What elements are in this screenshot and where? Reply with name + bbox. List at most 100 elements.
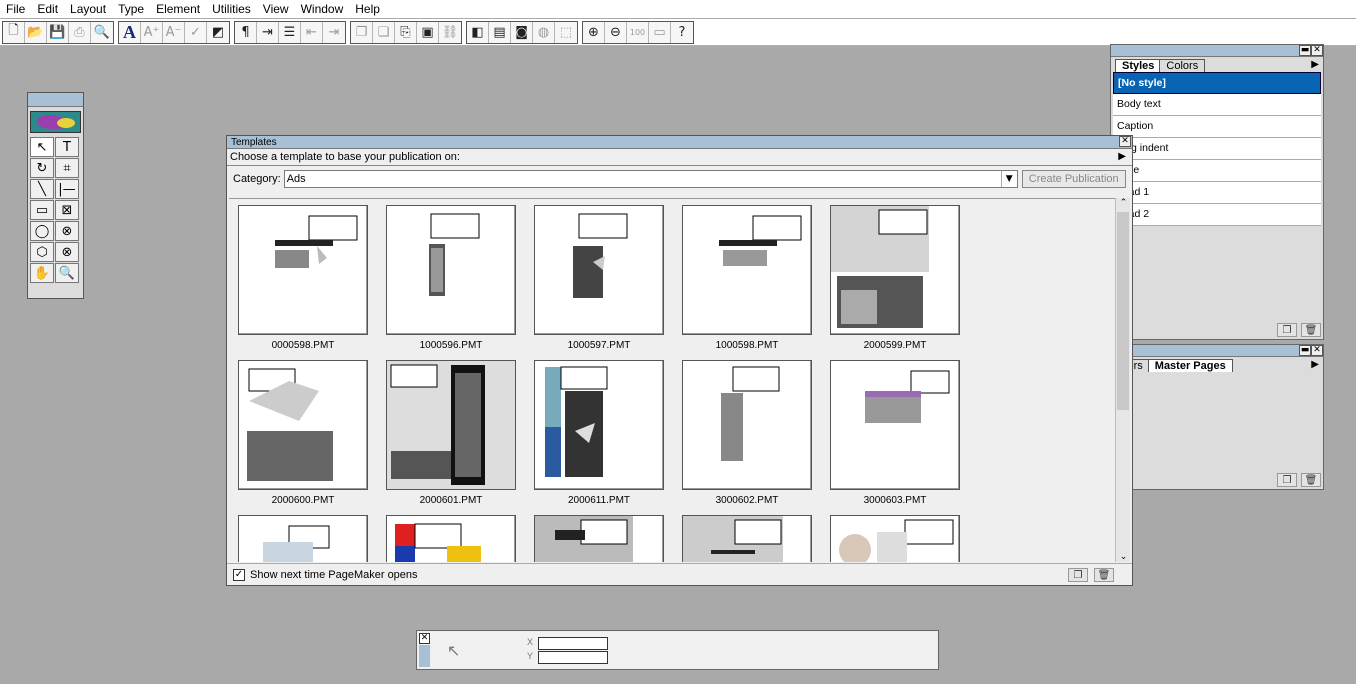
close-icon[interactable]: ✕ bbox=[419, 633, 430, 644]
style-item[interactable]: [No style] bbox=[1113, 72, 1321, 94]
menu-layout[interactable]: Layout bbox=[64, 1, 112, 17]
template-thumbnail[interactable] bbox=[830, 205, 960, 335]
zoom-in-icon[interactable]: ⊕ bbox=[583, 21, 605, 43]
template-thumbnail[interactable] bbox=[682, 515, 812, 562]
master-panel-title-bar[interactable]: ▬ ✕ bbox=[1111, 345, 1323, 357]
minimize-icon[interactable]: ▬ bbox=[1299, 345, 1311, 356]
template-thumbnail[interactable] bbox=[238, 205, 368, 335]
pdf-icon[interactable]: ⬚ bbox=[555, 21, 577, 43]
close-icon[interactable]: ✕ bbox=[1311, 45, 1323, 56]
style-item[interactable]: ging indent bbox=[1113, 138, 1321, 160]
template-thumbnail[interactable] bbox=[830, 515, 960, 562]
styles-panel-title-bar[interactable]: ▬ ✕ bbox=[1111, 45, 1323, 57]
panel-menu-arrow-icon[interactable]: ▶ bbox=[1311, 359, 1319, 370]
chevron-down-icon[interactable]: ▼ bbox=[1000, 171, 1017, 187]
help-icon[interactable]: ? bbox=[671, 21, 693, 43]
crop-tool-icon[interactable]: ⌗ bbox=[55, 158, 79, 178]
y-position-field[interactable] bbox=[538, 651, 608, 664]
export-icon[interactable]: ⎘ bbox=[395, 21, 417, 43]
tab-colors[interactable]: Colors bbox=[1159, 59, 1206, 72]
zoom-tool-icon[interactable]: 🔍 bbox=[55, 263, 79, 283]
image-icon[interactable]: ▤ bbox=[489, 21, 511, 43]
fit-page-icon[interactable]: ▭ bbox=[649, 21, 671, 43]
scroll-thumb[interactable] bbox=[1117, 212, 1129, 410]
template-thumbnail[interactable] bbox=[830, 360, 960, 490]
new-template-icon[interactable]: ❐ bbox=[1068, 568, 1088, 582]
style-item[interactable]: dline bbox=[1113, 160, 1321, 182]
hand-tool-icon[interactable]: ✋ bbox=[30, 263, 54, 283]
template-thumbnail[interactable] bbox=[534, 360, 664, 490]
trash-icon[interactable]: 🗑 bbox=[1301, 473, 1321, 487]
close-icon[interactable]: ✕ bbox=[1311, 345, 1323, 356]
minimize-icon[interactable]: ▬ bbox=[1299, 45, 1311, 56]
indent-icon[interactable]: ⇤ bbox=[301, 21, 323, 43]
color-icon[interactable]: ◧ bbox=[467, 21, 489, 43]
new-master-icon[interactable]: ❐ bbox=[1277, 473, 1297, 487]
close-icon[interactable]: ✕ bbox=[1119, 136, 1131, 147]
scroll-down-icon[interactable]: ⌄ bbox=[1116, 552, 1131, 562]
tab-styles[interactable]: Styles bbox=[1115, 59, 1162, 72]
create-publication-button[interactable]: Create Publication bbox=[1021, 170, 1126, 188]
tab-master-pages[interactable]: Master Pages bbox=[1147, 359, 1233, 372]
save-icon[interactable]: 💾 bbox=[47, 21, 69, 43]
hyperlink-icon[interactable]: ◙ bbox=[511, 21, 533, 43]
trash-icon[interactable]: 🗑 bbox=[1301, 323, 1321, 337]
new-icon[interactable]: 🗋 bbox=[3, 21, 25, 43]
template-thumbnail[interactable] bbox=[682, 205, 812, 335]
new-style-icon[interactable]: ❐ bbox=[1277, 323, 1297, 337]
find-icon[interactable]: 🔍 bbox=[91, 21, 113, 43]
rectangle-frame-tool-icon[interactable]: ⊠ bbox=[55, 200, 79, 220]
rotate-tool-icon[interactable]: ↻ bbox=[30, 158, 54, 178]
x-position-field[interactable] bbox=[538, 637, 608, 650]
control-palette-grip[interactable] bbox=[419, 645, 430, 667]
menu-type[interactable]: Type bbox=[112, 1, 150, 17]
template-thumbnail[interactable] bbox=[386, 360, 516, 490]
actual-size-icon[interactable]: 100 bbox=[627, 21, 649, 43]
link-icon[interactable]: ⛓ bbox=[439, 21, 461, 43]
template-thumbnail[interactable] bbox=[534, 205, 664, 335]
style-item[interactable]: Caption bbox=[1113, 116, 1321, 138]
rectangle-tool-icon[interactable]: ▭ bbox=[30, 200, 54, 220]
print-icon[interactable]: ⎙ bbox=[69, 21, 91, 43]
menu-element[interactable]: Element bbox=[150, 1, 206, 17]
panel-menu-arrow-icon[interactable]: ▶ bbox=[1311, 59, 1319, 70]
menu-utilities[interactable]: Utilities bbox=[206, 1, 257, 17]
menu-view[interactable]: View bbox=[257, 1, 295, 17]
style-item[interactable]: Body text bbox=[1113, 94, 1321, 116]
open-icon[interactable]: 📂 bbox=[25, 21, 47, 43]
font-icon[interactable]: A bbox=[119, 21, 141, 43]
size-down-icon[interactable]: A⁻ bbox=[163, 21, 185, 43]
constrained-line-tool-icon[interactable]: |— bbox=[55, 179, 79, 199]
show-next-time-checkbox[interactable]: ✓ bbox=[233, 568, 245, 581]
text-tool-icon[interactable]: T bbox=[55, 137, 79, 157]
line-tool-icon[interactable]: ╲ bbox=[30, 179, 54, 199]
template-thumbnail[interactable] bbox=[386, 205, 516, 335]
outdent-icon[interactable]: ⇥ bbox=[323, 21, 345, 43]
template-thumbnail[interactable] bbox=[238, 515, 368, 562]
place-icon[interactable]: ▣ bbox=[417, 21, 439, 43]
tab-icon[interactable]: ⇥ bbox=[257, 21, 279, 43]
scroll-up-icon[interactable]: ⌃ bbox=[1116, 198, 1131, 208]
template-thumbnail[interactable] bbox=[238, 360, 368, 490]
templates-title-bar[interactable]: Templates ✕ bbox=[227, 136, 1132, 149]
polygon-tool-icon[interactable]: ⬡ bbox=[30, 242, 54, 262]
pointer-tool-icon[interactable]: ↖ bbox=[30, 137, 54, 157]
pages-icon[interactable]: ❏ bbox=[373, 21, 395, 43]
menu-file[interactable]: File bbox=[0, 1, 31, 17]
templates-scrollbar[interactable]: ⌃ ⌄ bbox=[1115, 198, 1130, 562]
style-item[interactable]: head 1 bbox=[1113, 182, 1321, 204]
copy-page-icon[interactable]: ❐ bbox=[351, 21, 373, 43]
ellipse-frame-tool-icon[interactable]: ⊗ bbox=[55, 221, 79, 241]
web-icon[interactable]: ◍ bbox=[533, 21, 555, 43]
paragraph-icon[interactable]: ¶ bbox=[235, 21, 257, 43]
menu-edit[interactable]: Edit bbox=[31, 1, 64, 17]
fill-icon[interactable]: ◩ bbox=[207, 21, 229, 43]
size-up-icon[interactable]: A⁺ bbox=[141, 21, 163, 43]
category-select[interactable]: Ads ▼ bbox=[283, 170, 1018, 188]
panel-menu-arrow-icon[interactable]: ▶ bbox=[1118, 149, 1126, 165]
template-thumbnail[interactable] bbox=[386, 515, 516, 562]
trash-icon[interactable]: 🗑 bbox=[1094, 568, 1114, 582]
ellipse-tool-icon[interactable]: ◯ bbox=[30, 221, 54, 241]
menu-help[interactable]: Help bbox=[349, 1, 386, 17]
toolbox-title-bar[interactable] bbox=[28, 93, 83, 107]
